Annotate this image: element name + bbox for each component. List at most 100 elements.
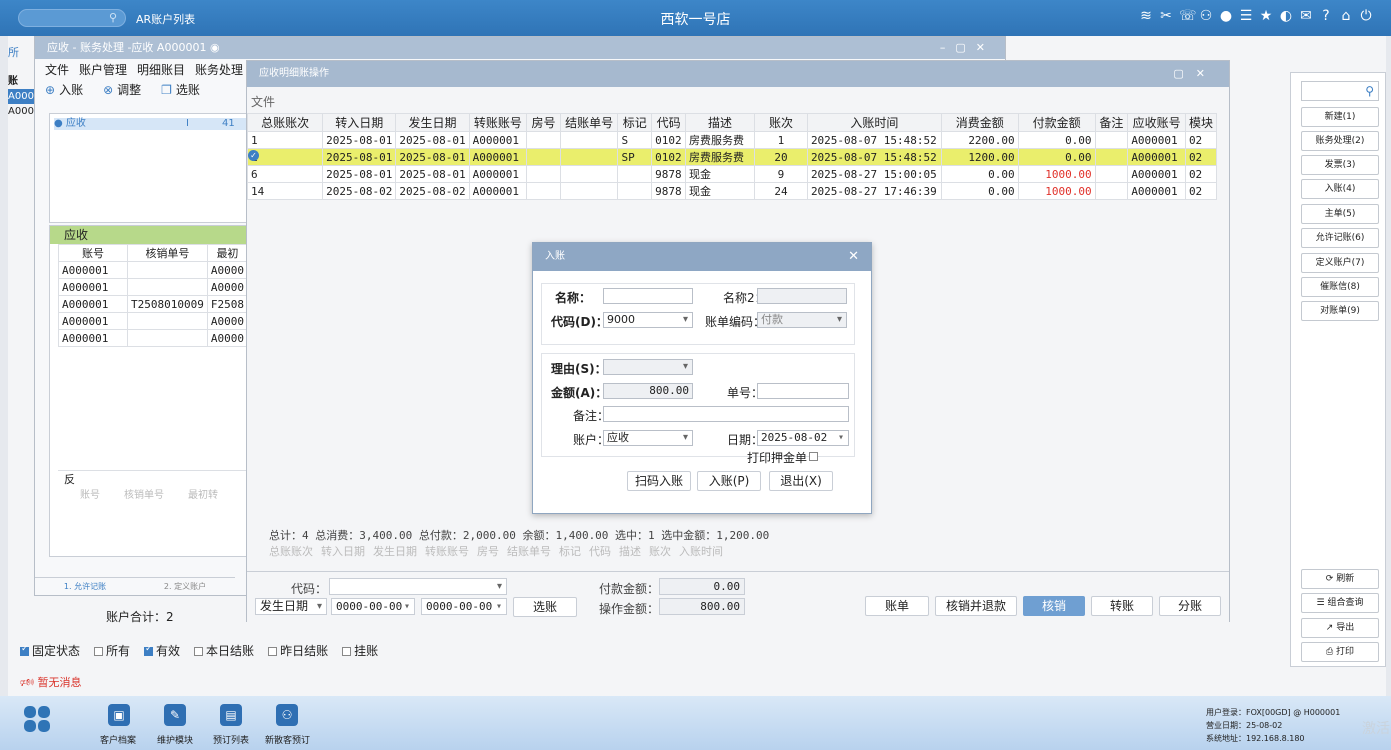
reason-select[interactable] [603,359,693,375]
mail-icon[interactable]: ✉ [1299,8,1313,24]
col-header[interactable]: 发生日期 [395,113,470,132]
writeoff-button[interactable]: 核销 [1023,596,1085,616]
filter-yesterday-closed[interactable]: 昨日结账 [268,642,328,658]
col-header[interactable]: 核销单号 [127,244,208,262]
amount-input[interactable]: 800.00 [603,383,693,399]
name2-input[interactable] [757,288,847,304]
bill-code-select[interactable]: 付款 [757,312,847,328]
col-header[interactable]: 应收账号 [1127,113,1186,132]
app-tab-title[interactable]: AR账户列表 [136,11,195,27]
table-row[interactable]: A000001 A0000 [57,329,248,347]
remark-input[interactable] [603,406,849,422]
table-row[interactable]: 6 2025-08-01 2025-08-01 A000001 9878 现金 9 2025-… [246,165,1218,183]
table-row[interactable]: A000001 A0000 [57,278,248,296]
split-button[interactable]: 分账 [1159,596,1221,616]
help-icon[interactable]: ? [1319,8,1333,24]
menu-icon[interactable]: ☰ [1239,8,1253,24]
menu-account-mgmt[interactable]: 账户管理 [79,61,127,78]
date-to-select[interactable]: 0000-00-00 [421,598,507,615]
top-search-input[interactable]: ⚲ [18,9,126,27]
bill-button[interactable]: 账单 [865,596,929,616]
op-amount-field[interactable]: 800.00 [659,598,745,615]
table-row[interactable]: A000001 A0000 [57,312,248,330]
wifi-icon[interactable]: ≋ [1139,8,1153,24]
filter-valid[interactable]: 有效 [144,642,180,658]
select-account-button[interactable]: 选账 [513,597,577,617]
col-header[interactable]: 备注 [1094,113,1129,132]
customer-profile-label[interactable]: 客户档案 [100,733,136,746]
filter-today-closed[interactable]: 本日结账 [194,642,254,658]
filter-all[interactable]: 所有 [94,642,130,658]
col-header[interactable]: 房号 [526,113,561,132]
post-entry-button[interactable]: 入账(4) [1301,179,1379,199]
invoice-button[interactable]: 发票(3) [1301,155,1379,175]
refresh-button[interactable]: ⟳ 刷新 [1301,569,1379,589]
allow-posting-button[interactable]: 允许记账(6) [1301,228,1379,248]
table-row[interactable]: 14 2025-08-02 2025-08-02 A000001 9878 现金 24 202… [246,182,1218,200]
post-button[interactable]: 入账(P) [697,471,761,491]
menu-process[interactable]: 账务处理 [195,61,243,78]
booking-list-label[interactable]: 预订列表 [213,733,249,746]
user-search-icon[interactable]: ⚇ [1199,8,1213,24]
select-button[interactable]: ❐ 选账 [161,81,200,98]
exit-button[interactable]: 退出(X) [769,471,833,491]
dunning-letter-button[interactable]: 催账信(8) [1301,277,1379,297]
adjust-button[interactable]: ⊗ 调整 [103,81,141,98]
doc-no-input[interactable] [757,383,849,399]
booking-list-icon[interactable]: ▤ [220,704,242,726]
main-bill-button[interactable]: 主单(5) [1301,204,1379,224]
print-button[interactable]: ⎙ 打印 [1301,642,1379,662]
home-icon[interactable]: ⌂ [1339,8,1353,24]
new-button[interactable]: 新建(1) [1301,107,1379,127]
date-from-select[interactable]: 0000-00-00 [331,598,415,615]
name-input[interactable] [603,288,693,304]
col-header[interactable]: 转账账号 [468,113,528,132]
menu-file[interactable]: 文件 [251,93,275,110]
col-header[interactable]: 模块 [1184,113,1218,132]
code-select[interactable] [329,578,507,595]
phone-icon[interactable]: ☏ [1179,8,1197,24]
col-header[interactable]: 消费金额 [940,113,1019,132]
col-header[interactable]: 代码 [651,113,687,132]
tab-define-account[interactable]: 2. 定义账户 [135,578,235,595]
new-walkin-label[interactable]: 新散客预订 [265,733,310,746]
filter-fixed-status[interactable]: 固定状态 [20,642,80,658]
table-row-selected[interactable]: 12025-08-012025-08-01A000001SP0102房费服务费2… [246,148,1218,166]
combined-query-button[interactable]: ☰ 组合查询 [1301,593,1379,613]
contrast-icon[interactable]: ◐ [1279,8,1293,24]
date-select[interactable]: 2025-08-02 [757,430,849,446]
col-header[interactable]: 总账账次 [246,113,324,132]
palette-icon[interactable]: ● [1219,8,1233,24]
tree-item[interactable]: ● 应收 I 41 [54,118,249,130]
col-header[interactable]: 结账单号 [559,113,619,132]
date-type-select[interactable]: 发生日期 [255,598,327,615]
statement-button[interactable]: 对账单(9) [1301,301,1379,321]
close-icon[interactable]: ✕ [848,243,859,271]
col-header[interactable]: 付款金额 [1017,113,1096,132]
table-row[interactable]: 1 2025-08-01 2025-08-01 A000001 S 0102 房费服务费 1 2… [246,131,1218,149]
menu-detail[interactable]: 明细账目 [137,61,185,78]
power-icon[interactable]: ⏻ [1359,8,1373,24]
table-row[interactable]: A000001 A0000 [57,261,248,279]
filter-on-account[interactable]: 挂账 [342,642,378,658]
pay-amount-field[interactable]: 0.00 [659,578,745,595]
account-process-button[interactable]: 账务处理(2) [1301,131,1379,151]
col-header[interactable]: 描述 [685,113,756,132]
print-deposit-checkbox[interactable] [809,452,818,461]
tab-allow-posting[interactable]: 1. 允许记账 [35,578,135,595]
maintenance-label[interactable]: 维护模块 [157,733,193,746]
col-header[interactable]: 最初 [206,244,248,262]
table-row[interactable]: A000001 T2508010009 F2508 [57,295,248,313]
menu-file[interactable]: 文件 [45,61,69,78]
col-header[interactable]: 账次 [754,113,808,132]
scan-post-button[interactable]: 扫码入账 [627,471,691,491]
define-account-button[interactable]: 定义账户(7) [1301,253,1379,273]
panel-search-input[interactable]: ⚲ [1301,81,1379,101]
customer-profile-icon[interactable]: ▣ [108,704,130,726]
col-header[interactable]: 标记 [617,113,653,132]
star-icon[interactable]: ★ [1259,8,1273,24]
col-header[interactable]: 入账时间 [806,113,942,132]
window-controls[interactable]: –▢✕ [940,37,995,59]
transfer-button[interactable]: 转账 [1091,596,1153,616]
writeoff-refund-button[interactable]: 核销并退款 [935,596,1017,616]
